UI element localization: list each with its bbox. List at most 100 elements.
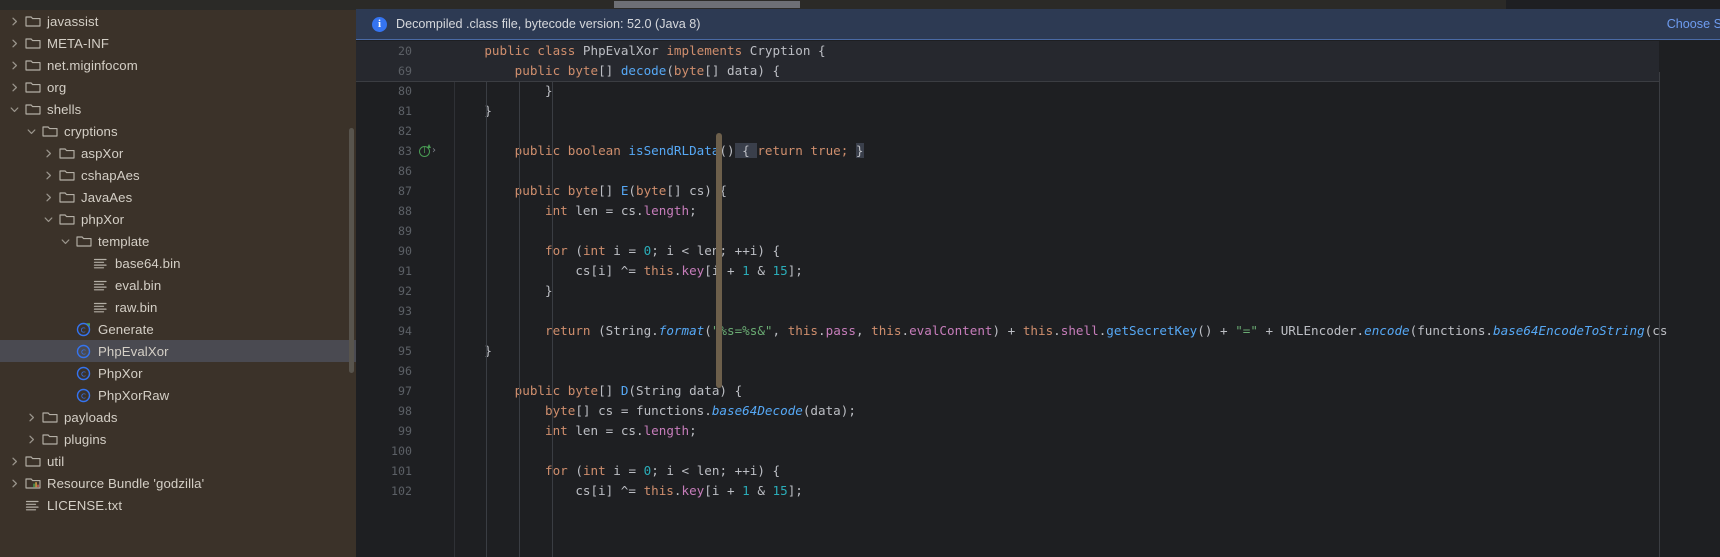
code-line[interactable]: 89 (356, 221, 1720, 241)
tree-item-org[interactable]: org (0, 76, 356, 98)
tree-item-generate[interactable]: C Generate (0, 318, 356, 340)
tree-item-label: META-INF (47, 35, 110, 51)
code-line[interactable]: 20 public class PhpEvalXor implements Cr… (356, 41, 1659, 61)
chevron-down-icon[interactable] (42, 213, 55, 226)
chevron-right-icon[interactable] (25, 433, 38, 446)
indent-guide (486, 81, 487, 557)
info-icon: i (372, 16, 387, 32)
tree-item-phpxorraw[interactable]: C PhpXorRaw (0, 384, 356, 406)
code-content[interactable]: 80 } 81 } 82 83 I › public boolean isSendRLDa… (356, 41, 1720, 557)
code-line[interactable]: 83 I › public boolean isSendRLData() { ret… (356, 141, 1720, 161)
code-line[interactable]: 86 (356, 161, 1720, 181)
tree-item-base64-bin[interactable]: base64.bin (0, 252, 356, 274)
folder-icon (24, 79, 41, 95)
implementing-method-icon[interactable]: I › (416, 141, 454, 161)
folder-icon (58, 145, 75, 161)
chevron-down-icon[interactable] (59, 235, 72, 248)
tree-item-phpxor[interactable]: phpXor (0, 208, 356, 230)
tree-item-label: plugins (64, 431, 107, 447)
line-number: 92 (398, 284, 412, 298)
code-text: for (int i = 0; i < len; ++i) { (545, 463, 781, 478)
chevron-right-icon[interactable] (42, 169, 55, 182)
code-line[interactable]: 94 return (String.format("%s=%s&", this.… (356, 321, 1720, 341)
folder-icon (41, 409, 58, 425)
code-line[interactable]: 91 cs[i] ^= this.key[i + 1 & 15]; (356, 261, 1720, 281)
code-line[interactable]: 87 public byte[] E(byte[] cs) { (356, 181, 1720, 201)
tree-item-plugins[interactable]: plugins (0, 428, 356, 450)
code-line[interactable]: 88 int len = cs.length; (356, 201, 1720, 221)
code-line[interactable]: 100 (356, 441, 1720, 461)
tree-item-phpxor[interactable]: C PhpXor (0, 362, 356, 384)
tree-item-eval-bin[interactable]: eval.bin (0, 274, 356, 296)
line-number: 91 (398, 264, 412, 278)
chevron-right-icon[interactable] (25, 411, 38, 424)
tree-item-javassist[interactable]: javassist (0, 10, 356, 32)
code-line[interactable]: 93 (356, 301, 1720, 321)
tree-item-util[interactable]: util (0, 450, 356, 472)
folder-icon (58, 167, 75, 183)
chevron-down-icon[interactable] (8, 103, 21, 116)
editor-tab-stub[interactable] (614, 1, 800, 8)
code-line[interactable]: 97 public byte[] D(String data) { (356, 381, 1720, 401)
tree-item-license-txt[interactable]: LICENSE.txt (0, 494, 356, 516)
line-number: 87 (398, 184, 412, 198)
tree-item-label: Resource Bundle 'godzilla' (47, 475, 205, 491)
line-number: 94 (398, 324, 412, 338)
code-line[interactable]: 95 } (356, 341, 1720, 361)
code-line[interactable]: 99 int len = cs.length; (356, 421, 1720, 441)
class-icon: C (75, 387, 92, 403)
indent-guide (519, 81, 520, 557)
code-line[interactable]: 102 cs[i] ^= this.key[i + 1 & 15]; (356, 481, 1720, 501)
tree-item-payloads[interactable]: payloads (0, 406, 356, 428)
svg-text:C: C (81, 325, 86, 334)
tree-item-resource-bundle-godzilla[interactable]: Resource Bundle 'godzilla' (0, 472, 356, 494)
choose-sources-link[interactable]: Choose So (1667, 17, 1720, 31)
tree-item-raw-bin[interactable]: raw.bin (0, 296, 356, 318)
tree-item-template[interactable]: template (0, 230, 356, 252)
code-line[interactable]: 81 } (356, 101, 1720, 121)
tree-item-javaaes[interactable]: JavaAes (0, 186, 356, 208)
chevron-right-icon[interactable] (8, 477, 21, 490)
chevron-right-icon[interactable]: › (432, 141, 436, 161)
sidebar-scrollbar[interactable] (349, 128, 354, 373)
chevron-right-icon[interactable] (8, 59, 21, 72)
code-line[interactable]: 101 for (int i = 0; i < len; ++i) { (356, 461, 1720, 481)
chevron-right-icon[interactable] (42, 147, 55, 160)
tree-item-label: shells (47, 101, 82, 117)
code-line[interactable]: 69 public byte[] decode(byte[] data) { (356, 61, 1659, 81)
chevron-right-icon[interactable] (8, 37, 21, 50)
code-line[interactable]: 96 (356, 361, 1720, 381)
tree-item-label: net.miginfocom (47, 57, 138, 73)
tree-item-aspxor[interactable]: aspXor (0, 142, 356, 164)
code-line[interactable]: 90 for (int i = 0; i < len; ++i) { (356, 241, 1720, 261)
line-number: 98 (398, 404, 412, 418)
tree-item-label: LICENSE.txt (47, 497, 123, 513)
code-text: cs[i] ^= this.key[i + 1 & 15]; (454, 483, 803, 498)
folder-icon (24, 453, 41, 469)
tree-item-label: PhpEvalXor (98, 343, 169, 359)
tree-item-meta-inf[interactable]: META-INF (0, 32, 356, 54)
code-line[interactable]: 92 } (356, 281, 1720, 301)
chevron-right-icon[interactable] (8, 81, 21, 94)
code-text: public byte[] D(String data) { (514, 383, 743, 398)
tree-item-cshapaes[interactable]: cshapAes (0, 164, 356, 186)
chevron-down-icon[interactable] (25, 125, 38, 138)
line-number: 99 (398, 424, 412, 438)
chevron-right-icon[interactable] (42, 191, 55, 204)
editor-scrollbar[interactable] (716, 133, 722, 388)
tree-item-cryptions[interactable]: cryptions (0, 120, 356, 142)
folder-icon (24, 57, 41, 73)
tree-item-phpevalxor[interactable]: C PhpEvalXor (0, 340, 356, 362)
chevron-right-icon[interactable] (8, 455, 21, 468)
chevron-right-icon[interactable] (8, 15, 21, 28)
implementing-method-icon[interactable]: I (419, 143, 431, 157)
code-line[interactable]: 98 byte[] cs = functions.base64Decode(da… (356, 401, 1720, 421)
tree-item-net-miginfocom[interactable]: net.miginfocom (0, 54, 356, 76)
sticky-header: 20 public class PhpEvalXor implements Cr… (356, 41, 1659, 82)
code-line[interactable]: 80 } (356, 81, 1720, 101)
tree-item-shells[interactable]: shells (0, 98, 356, 120)
code-line[interactable]: 82 (356, 121, 1720, 141)
tree-item-label: javassist (47, 13, 99, 29)
svg-text:C: C (81, 347, 86, 356)
code-text: return (String.format("%s=%s&", this.pas… (545, 323, 1668, 338)
